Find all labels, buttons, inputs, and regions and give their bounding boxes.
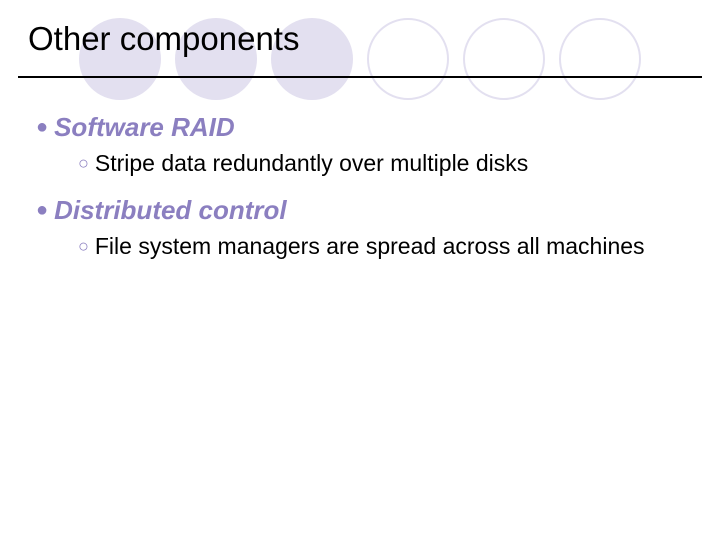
bullet-level2-text: File system managers are spread across a… [95, 233, 645, 259]
bullet-level1-text: Distributed control [54, 195, 287, 225]
bullet-level2: ○ File system managers are spread across … [78, 232, 684, 262]
bullet-level2: ○ Stripe data redundantly over multiple d… [78, 149, 684, 179]
bullet-level1-text: Software RAID [54, 112, 235, 142]
bullet-dot-icon: ● [36, 116, 48, 138]
circle-icon [559, 18, 641, 100]
title-underline [18, 76, 702, 78]
bullet-dot-icon: ● [36, 199, 48, 221]
slide-title: Other components [28, 20, 299, 58]
bullet-level2-text: Stripe data redundantly over multiple di… [95, 150, 528, 176]
slide-content: ● Software RAID ○ Stripe data redundantly … [36, 110, 684, 276]
circle-icon [463, 18, 545, 100]
bullet-ring-icon: ○ [78, 236, 89, 256]
bullet-level1: ● Distributed control [36, 193, 684, 228]
bullet-level1: ● Software RAID [36, 110, 684, 145]
bullet-ring-icon: ○ [78, 153, 89, 173]
circle-icon [367, 18, 449, 100]
